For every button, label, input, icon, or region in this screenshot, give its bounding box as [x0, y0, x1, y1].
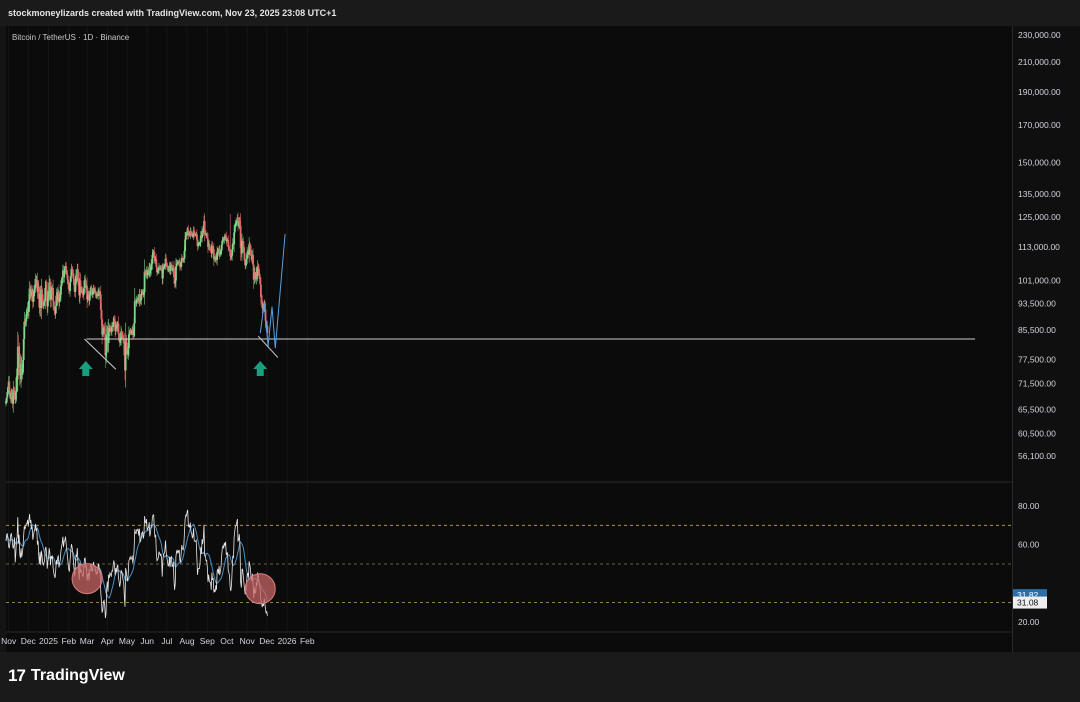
price-axis-labels: 230,000.00 210,000.00 190,000.00 170,000.00…	[1013, 30, 1061, 627]
oversold-circle	[71, 563, 103, 595]
price-tick-label: 135,000.00	[1018, 189, 1061, 199]
arrow-up-icon	[78, 361, 93, 377]
rsi-tick-label: 60.00	[1018, 540, 1040, 550]
candles	[5, 212, 269, 413]
time-tick-label: 2025	[39, 636, 58, 646]
time-tick-label: May	[119, 636, 136, 646]
time-tick-label: Apr	[101, 636, 114, 646]
oversold-circle	[244, 573, 276, 605]
time-tick-label: Sep	[200, 636, 215, 646]
rsi-tick-label: 80.00	[1018, 501, 1040, 511]
projection-path	[259, 234, 286, 349]
time-tick-label: Jul	[161, 636, 172, 646]
time-axis: Nov Dec 2025 Feb Mar Apr May Jun Jul Aug Sep Oct Nov…	[1, 631, 1012, 646]
tradingview-logo-icon: 17	[8, 666, 26, 685]
price-tick-label: 170,000.00	[1018, 120, 1061, 130]
time-tick-label: 2026	[278, 636, 297, 646]
chart-canvas[interactable]: 230,000.00 210,000.00 190,000.00 170,000.00…	[0, 0, 1080, 702]
time-tick-label: Nov	[1, 636, 17, 646]
price-tick-label: 71,500.00	[1018, 379, 1056, 389]
time-tick-label: Aug	[179, 636, 194, 646]
price-tick-label: 210,000.00	[1018, 57, 1061, 67]
time-grid	[8, 26, 308, 632]
time-tick-label: Nov	[240, 636, 256, 646]
rsi-pane	[5, 481, 1012, 619]
tradingview-logo-text: TradingView	[30, 667, 125, 684]
price-tick-label: 113,000.00	[1018, 242, 1060, 252]
price-tick-label: 150,000.00	[1018, 158, 1061, 168]
price-tick-label: 77,500.00	[1018, 354, 1056, 364]
price-tick-label: 125,000.00	[1018, 212, 1061, 222]
rsi-tick-label: 20.00	[1018, 617, 1040, 627]
price-tick-label: 56,100.00	[1018, 451, 1056, 461]
price-tick-label: 60,500.00	[1018, 428, 1056, 438]
footer-bar	[0, 652, 1080, 702]
trendline-left	[84, 338, 117, 370]
rsi-line	[5, 509, 268, 619]
price-tick-label: 93,500.00	[1018, 299, 1056, 309]
time-tick-label: Dec	[259, 636, 275, 646]
time-tick-label: Feb	[61, 636, 76, 646]
rsi-value-label: 31.08	[1017, 598, 1039, 608]
time-tick-label: Jun	[140, 636, 154, 646]
price-tick-label: 101,000.00	[1018, 275, 1061, 285]
time-tick-label: Dec	[21, 636, 37, 646]
arrow-up-icon	[253, 361, 268, 377]
time-tick-label: Feb	[300, 636, 315, 646]
time-tick-label: Mar	[80, 636, 95, 646]
price-tick-label: 65,500.00	[1018, 405, 1056, 415]
symbol-title: Bitcoin / TetherUS · 1D · Binance	[12, 33, 130, 42]
price-tick-label: 190,000.00	[1018, 87, 1061, 97]
price-tick-label: 230,000.00	[1018, 30, 1061, 40]
time-tick-label: Oct	[220, 636, 234, 646]
price-tick-label: 85,500.00	[1018, 325, 1056, 335]
tradingview-logo: 17 TradingView	[8, 666, 125, 686]
